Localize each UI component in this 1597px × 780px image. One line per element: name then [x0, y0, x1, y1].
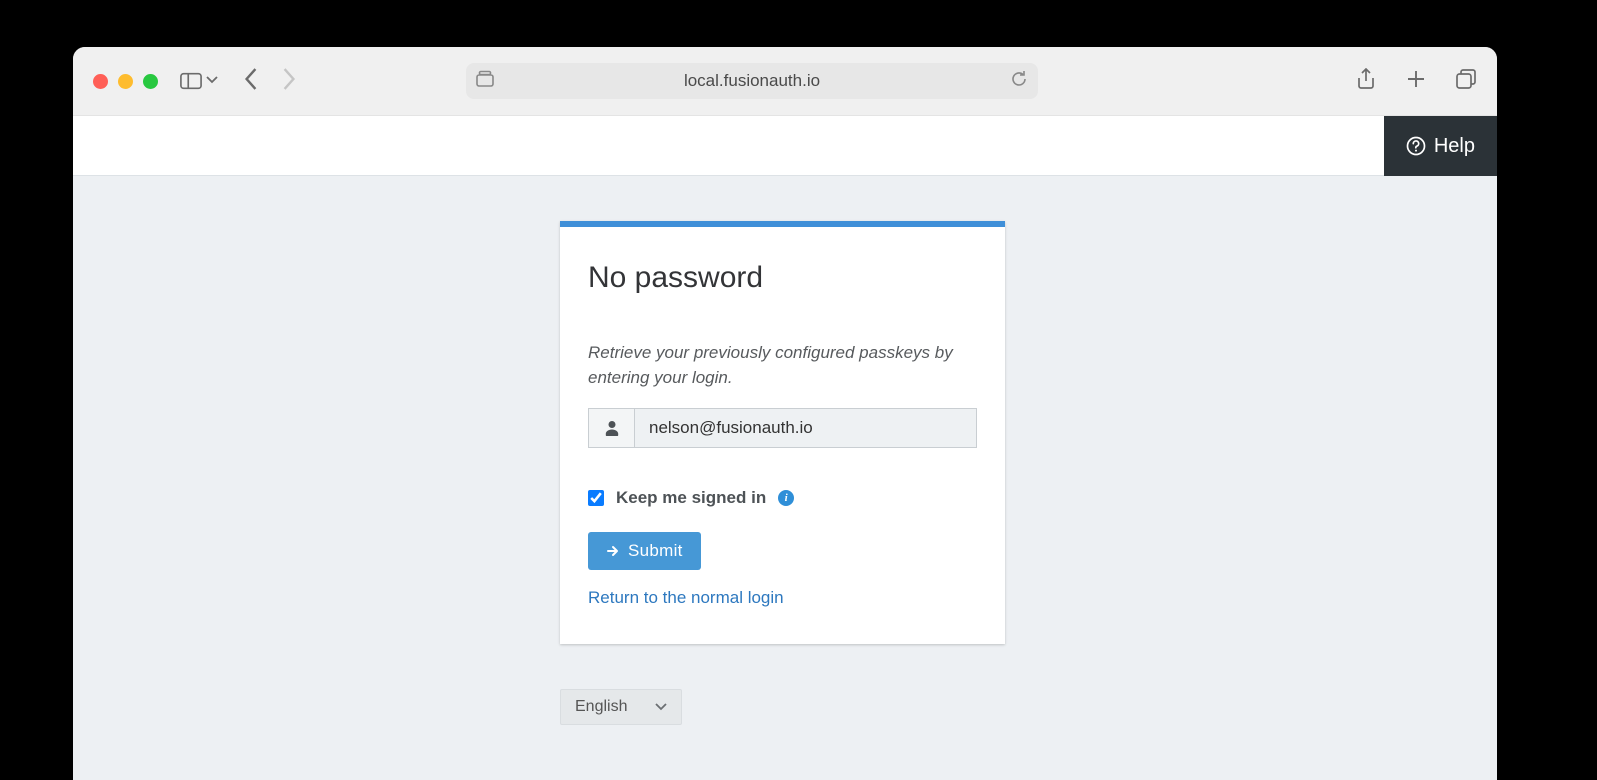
- window-zoom-icon[interactable]: [143, 74, 158, 89]
- chevron-down-icon: [655, 701, 667, 713]
- page-settings-icon[interactable]: [476, 70, 494, 93]
- arrow-right-icon: [606, 544, 620, 558]
- help-icon: [1406, 136, 1426, 156]
- url-text: local.fusionauth.io: [494, 71, 1010, 91]
- chevron-down-icon: [206, 72, 218, 90]
- browser-window: local.fusionauth.io Help No password Ret…: [73, 47, 1497, 780]
- submit-label: Submit: [628, 541, 683, 561]
- toolbar-right: [1355, 68, 1477, 95]
- sidebar-toggle-button[interactable]: [180, 72, 218, 90]
- browser-toolbar: local.fusionauth.io: [73, 47, 1497, 116]
- user-icon: [589, 409, 635, 447]
- window-close-icon[interactable]: [93, 74, 108, 89]
- window-minimize-icon[interactable]: [118, 74, 133, 89]
- page-content: Help No password Retrieve your previousl…: [73, 116, 1497, 780]
- tabs-overview-icon[interactable]: [1455, 68, 1477, 95]
- keep-signed-checkbox[interactable]: [588, 490, 604, 506]
- app-topbar: Help: [73, 116, 1497, 176]
- forward-button[interactable]: [282, 68, 296, 95]
- submit-button[interactable]: Submit: [588, 532, 701, 570]
- keep-signed-label[interactable]: Keep me signed in: [616, 488, 766, 508]
- reload-icon[interactable]: [1010, 70, 1028, 93]
- login-card: No password Retrieve your previously con…: [560, 221, 1005, 644]
- share-icon[interactable]: [1355, 68, 1377, 95]
- new-tab-icon[interactable]: [1405, 68, 1427, 95]
- keep-signed-row: Keep me signed in i: [588, 488, 977, 508]
- instruction-text: Retrieve your previously configured pass…: [588, 341, 977, 390]
- language-select[interactable]: English: [560, 689, 682, 725]
- language-selected: English: [575, 698, 627, 716]
- help-label: Help: [1434, 135, 1475, 158]
- sidebar-icon: [180, 72, 202, 90]
- login-input[interactable]: [635, 409, 976, 447]
- card-title: No password: [588, 261, 977, 295]
- return-login-link[interactable]: Return to the normal login: [588, 588, 977, 608]
- info-icon[interactable]: i: [778, 490, 794, 506]
- back-button[interactable]: [244, 68, 258, 95]
- nav-arrows: [244, 68, 296, 95]
- traffic-lights: [93, 74, 158, 89]
- help-button[interactable]: Help: [1384, 116, 1497, 176]
- address-bar[interactable]: local.fusionauth.io: [466, 63, 1038, 99]
- login-input-group: [588, 408, 977, 448]
